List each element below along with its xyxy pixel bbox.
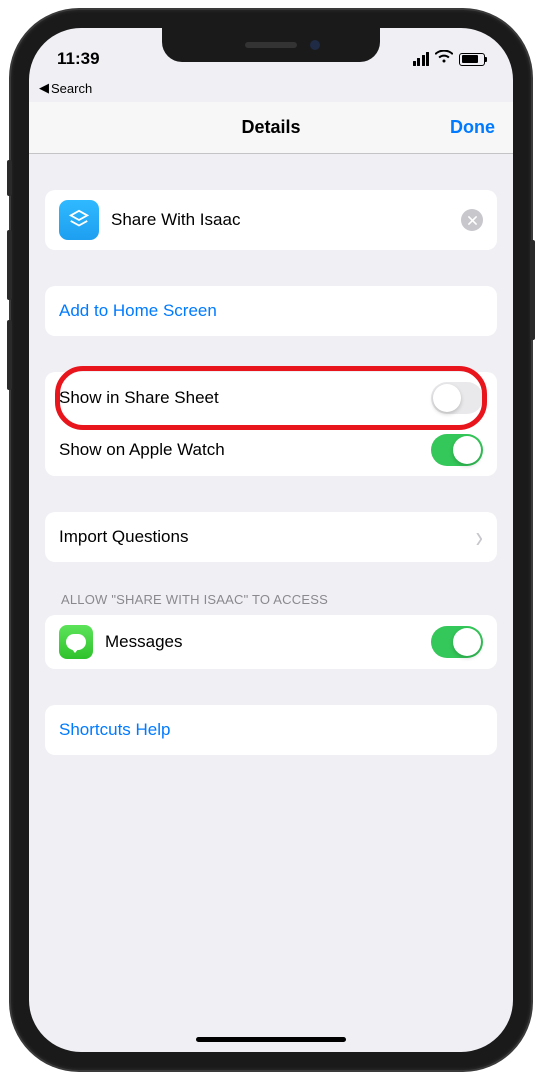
volume-down xyxy=(7,320,12,390)
status-time: 11:39 xyxy=(57,49,100,69)
chevron-right-icon: › xyxy=(476,519,483,555)
import-questions-label: Import Questions xyxy=(59,527,476,547)
show-on-apple-watch-row[interactable]: Show on Apple Watch xyxy=(45,424,497,476)
shortcut-name-label: Share With Isaac xyxy=(111,210,461,230)
shortcut-name-cell[interactable]: Share With Isaac xyxy=(45,190,497,250)
back-arrow-icon: ◀ xyxy=(39,80,49,96)
breadcrumb-back[interactable]: ◀ Search xyxy=(29,78,513,102)
done-button[interactable]: Done xyxy=(450,117,495,138)
breadcrumb-label: Search xyxy=(51,81,92,96)
shortcuts-help-button[interactable]: Shortcuts Help xyxy=(45,705,497,755)
access-section-header: ALLOW "SHARE WITH ISAAC" TO ACCESS xyxy=(45,562,497,615)
share-sheet-label: Show in Share Sheet xyxy=(59,388,431,408)
battery-icon xyxy=(459,53,485,66)
phone-frame: 11:39 ◀ Search Details Done xyxy=(11,10,531,1070)
mute-switch xyxy=(7,160,12,196)
add-to-home-label: Add to Home Screen xyxy=(59,301,217,321)
wifi-icon xyxy=(435,50,453,68)
share-sheet-toggle[interactable] xyxy=(431,382,483,414)
clear-name-button[interactable] xyxy=(461,209,483,231)
add-to-home-screen-button[interactable]: Add to Home Screen xyxy=(45,286,497,336)
shortcut-icon xyxy=(59,200,99,240)
shortcuts-help-label: Shortcuts Help xyxy=(59,720,171,740)
messages-toggle[interactable] xyxy=(431,626,483,658)
messages-access-row[interactable]: Messages xyxy=(45,615,497,669)
apple-watch-toggle[interactable] xyxy=(431,434,483,466)
notch xyxy=(162,28,380,62)
home-indicator[interactable] xyxy=(196,1037,346,1042)
volume-up xyxy=(7,230,12,300)
page-title: Details xyxy=(241,117,300,138)
apple-watch-label: Show on Apple Watch xyxy=(59,440,431,460)
import-questions-row[interactable]: Import Questions › xyxy=(45,512,497,562)
nav-bar: Details Done xyxy=(29,102,513,154)
messages-app-icon xyxy=(59,625,93,659)
side-button xyxy=(530,240,535,340)
show-in-share-sheet-row[interactable]: Show in Share Sheet xyxy=(45,372,497,424)
messages-label: Messages xyxy=(105,632,431,652)
cellular-icon xyxy=(413,52,430,66)
